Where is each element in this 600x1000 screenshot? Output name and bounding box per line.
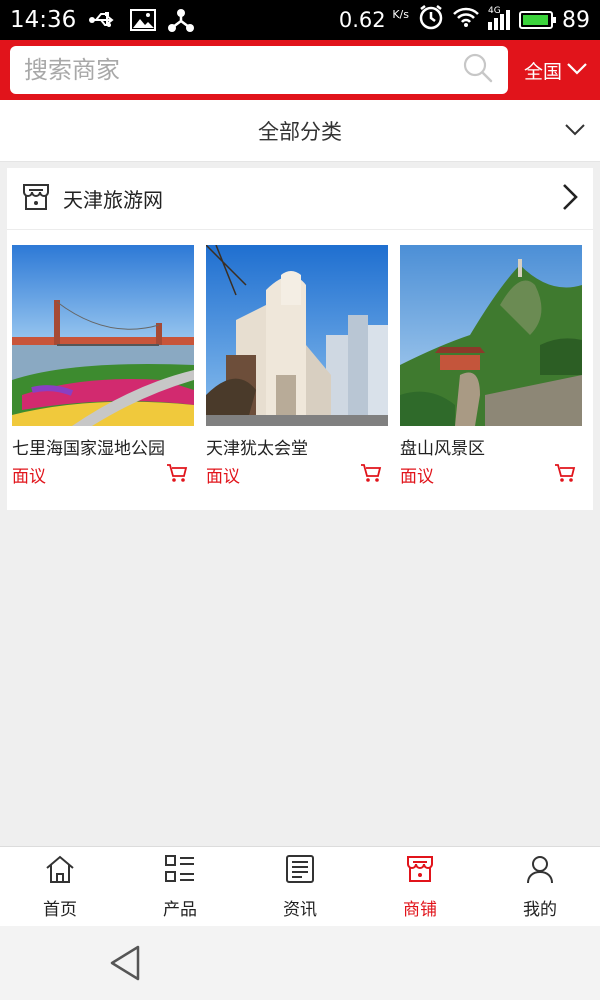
product-image[interactable]: [206, 245, 388, 426]
region-selector[interactable]: 全国: [524, 57, 592, 84]
chevron-down-icon[interactable]: [564, 122, 586, 141]
region-label: 全国: [523, 60, 562, 83]
list-icon: [164, 854, 196, 889]
product-list: 七里海国家湿地公园 面议 天津犹太会堂 面议 盘山风景区 面议: [7, 230, 593, 487]
tab-shops[interactable]: 商铺: [360, 847, 480, 926]
network-speed: 0.62 K/s: [338, 8, 409, 32]
shop-icon: [405, 854, 435, 889]
product-price: 面议: [206, 467, 240, 487]
shop-card: 天津旅游网 七里海国家湿地公园 面议 天津犹太会堂 面议 盘山风景区 面议: [7, 168, 593, 510]
tab-label: 商铺: [403, 899, 437, 920]
search-icon[interactable]: [462, 52, 494, 88]
share-icon: [168, 8, 195, 32]
tab-news[interactable]: 资讯: [240, 847, 360, 926]
tab-products[interactable]: 产品: [120, 847, 240, 926]
tab-label: 首页: [43, 899, 77, 920]
search-box[interactable]: [10, 46, 508, 94]
search-input[interactable]: [24, 56, 462, 84]
chevron-down-icon: [566, 59, 588, 81]
category-label: 全部分类: [258, 119, 342, 144]
category-filter[interactable]: 全部分类: [0, 100, 600, 162]
news-icon: [285, 854, 315, 889]
top-header: 全国: [0, 40, 600, 100]
bottom-nav: 首页 产品 资讯 商铺 我的: [0, 846, 600, 926]
store-icon: [21, 182, 51, 216]
user-icon: [525, 854, 555, 889]
tab-home[interactable]: 首页: [0, 847, 120, 926]
product-title: 七里海国家湿地公园: [12, 439, 165, 459]
cart-icon[interactable]: [360, 463, 382, 487]
alarm-icon: [418, 4, 444, 36]
product-image[interactable]: [400, 245, 582, 426]
product-item[interactable]: 盘山风景区 面议: [400, 245, 582, 487]
image-icon: [130, 9, 157, 31]
product-title: 盘山风景区: [400, 439, 485, 459]
product-item[interactable]: 七里海国家湿地公园 面议: [12, 245, 194, 487]
home-icon: [44, 854, 76, 889]
tab-label: 资讯: [283, 899, 317, 920]
shop-header[interactable]: 天津旅游网: [7, 168, 593, 230]
product-image[interactable]: [12, 245, 194, 426]
tab-label: 我的: [523, 899, 557, 920]
product-price: 面议: [400, 467, 434, 487]
battery-icon: [519, 11, 556, 29]
tab-label: 产品: [163, 899, 197, 920]
cart-icon[interactable]: [554, 463, 576, 487]
battery-level: 89: [562, 7, 590, 33]
usb-icon: [88, 11, 118, 29]
product-price: 面议: [12, 467, 46, 487]
wifi-icon: [453, 6, 479, 34]
cart-icon[interactable]: [166, 463, 188, 487]
back-icon[interactable]: [108, 944, 142, 986]
tab-me[interactable]: 我的: [480, 847, 600, 926]
product-item[interactable]: 天津犹太会堂 面议: [206, 245, 388, 487]
chevron-right-icon[interactable]: [561, 182, 579, 216]
status-bar: 14:36 0.62 K/s 4G 89: [0, 0, 600, 40]
system-nav-bar: [0, 926, 600, 1000]
product-title: 天津犹太会堂: [206, 439, 308, 459]
shop-name: 天津旅游网: [63, 188, 163, 212]
network-type: 4G: [488, 6, 501, 16]
signal-icon: 4G: [488, 6, 510, 30]
status-time: 14:36: [10, 7, 77, 33]
